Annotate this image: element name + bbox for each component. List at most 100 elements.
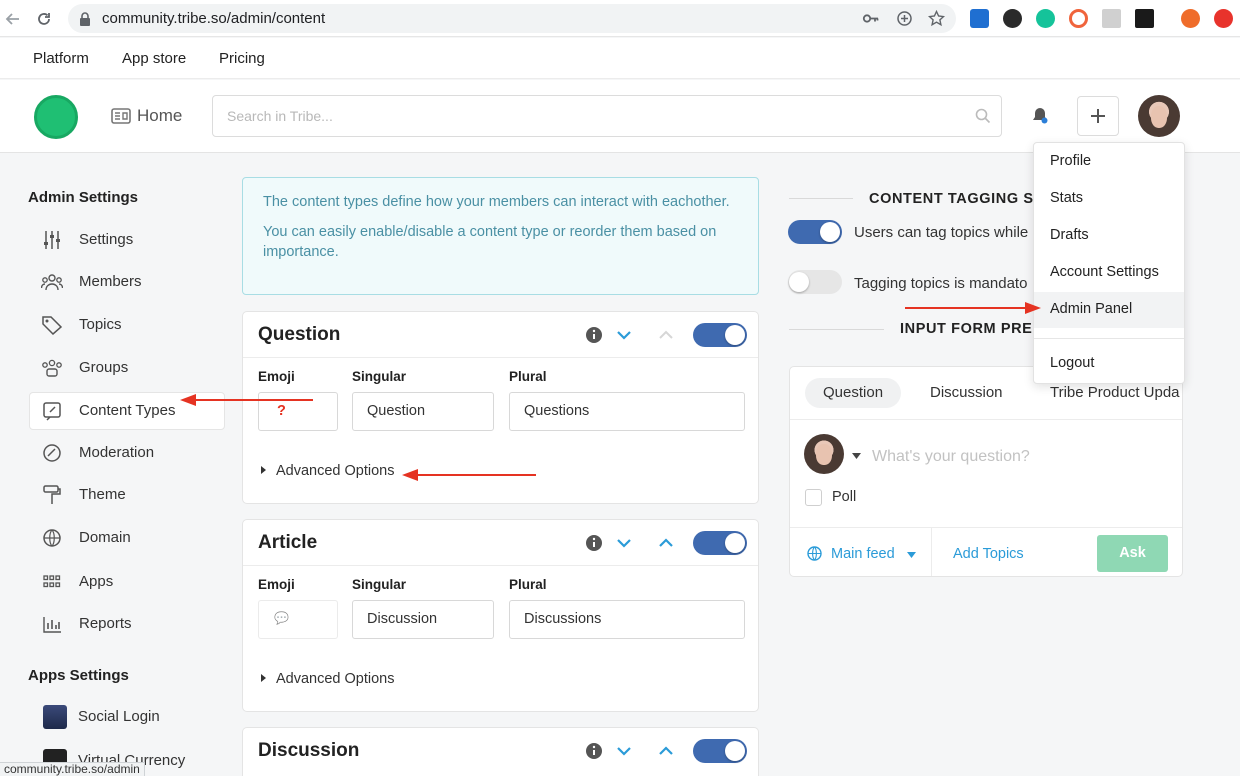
back-arrow-icon[interactable] [4,10,22,28]
tag-topics-toggle[interactable] [788,220,842,244]
sidebar-item-domain[interactable]: Domain [29,519,225,557]
chevron-down-icon[interactable] [615,534,633,552]
sidebar-item-reports[interactable]: Reports [29,605,225,643]
plural-label: Plural [509,577,547,592]
menu-item-drafts[interactable]: Drafts [1034,218,1184,254]
bookmark-star-icon[interactable] [928,10,945,27]
search-input[interactable] [212,95,1002,137]
composer-avatar [804,434,844,474]
ask-button[interactable]: Ask [1097,535,1168,572]
mandatory-tagging-toggle[interactable] [788,270,842,294]
info-icon[interactable] [585,534,603,552]
advanced-options-toggle[interactable]: Advanced Options [261,463,395,479]
menu-item-profile[interactable]: Profile [1034,144,1184,180]
info-icon[interactable] [585,326,603,344]
menu-item-stats[interactable]: Stats [1034,181,1184,217]
tab-question[interactable]: Question [805,378,902,408]
singular-field[interactable]: Question [352,392,494,431]
input-form-preview: Question Discussion Tribe Product Upda W… [789,366,1183,577]
nav-pricing[interactable]: Pricing [219,50,265,67]
extension-icon[interactable] [1135,9,1154,28]
chevron-up-icon[interactable] [657,534,675,552]
add-topics-button[interactable]: Add Topics [953,546,1024,562]
sidebar-item-label: Members [79,273,142,290]
extension-icon[interactable] [1102,9,1121,28]
reload-icon[interactable] [35,10,53,28]
mandatory-tagging-label: Tagging topics is mandato [854,275,1028,292]
chevron-up-icon[interactable] [657,742,675,760]
address-bar[interactable]: community.tribe.so/admin/content [68,4,956,33]
poll-checkbox[interactable] [805,489,822,506]
sidebar-item-moderation[interactable]: Moderation [29,434,225,472]
paint-roller-icon [43,485,61,504]
chevron-down-icon[interactable] [615,742,633,760]
extension-icon[interactable] [970,9,989,28]
tab-discussion[interactable]: Discussion [912,378,1021,408]
menu-item-account-settings[interactable]: Account Settings [1034,255,1184,291]
main-feed-dropdown[interactable]: Main feed [831,546,895,562]
menu-item-admin-panel[interactable]: Admin Panel [1034,292,1184,328]
create-button[interactable] [1077,96,1119,136]
search-icon[interactable] [975,108,991,124]
key-icon[interactable] [862,10,879,27]
bell-icon[interactable] [1030,106,1050,126]
zoom-plus-icon[interactable] [896,10,913,27]
emoji-label: Emoji [258,369,295,384]
tag-topics-label: Users can tag topics while [854,224,1029,241]
groups-icon [42,359,62,377]
extension-icon[interactable] [1214,9,1233,28]
caret-down-icon[interactable] [852,453,861,459]
home-icon [111,108,131,124]
menu-divider [1034,338,1184,339]
globe-icon [43,529,61,547]
plural-field[interactable]: Questions [509,392,745,431]
extension-icon[interactable] [1003,9,1022,28]
card-header: Discussion [243,728,758,774]
chevron-up-icon [659,330,673,339]
enable-toggle[interactable] [693,323,747,347]
sidebar-item-settings[interactable]: Settings [29,221,225,259]
enable-toggle[interactable] [693,739,747,763]
members-icon [41,274,63,291]
sidebar-item-apps[interactable]: Apps [29,563,225,601]
nav-app-store[interactable]: App store [122,50,186,67]
tab-divider [790,419,1182,420]
singular-field[interactable]: Discussion [352,600,494,639]
plural-field[interactable]: Discussions [509,600,745,639]
community-logo[interactable] [34,95,78,139]
advanced-options-label: Advanced Options [276,671,395,687]
emoji-field[interactable]: 💬 [258,600,338,639]
sidebar-item-label: Topics [79,316,122,333]
sidebar-item-label: Apps [79,573,114,590]
caret-right-icon [261,466,266,474]
sidebar-item-groups[interactable]: Groups [29,349,225,387]
annotation-arrow [402,469,536,481]
browser-toolbar: community.tribe.so/admin/content [0,0,1240,37]
profile-extension-icon[interactable] [1181,9,1200,28]
footer-divider [931,528,932,576]
sidebar-item-social-login[interactable]: Social Login [29,698,225,736]
user-avatar[interactable] [1138,95,1180,137]
question-placeholder[interactable]: What's your question? [872,448,1030,466]
sidebar-item-members[interactable]: Members [29,263,225,301]
annotation-arrow [905,302,1041,314]
advanced-options-toggle[interactable]: Advanced Options [261,671,395,687]
plus-icon [1091,109,1105,123]
info-icon[interactable] [585,742,603,760]
sidebar-item-topics[interactable]: Topics [29,306,225,344]
sidebar-item-label: Domain [79,529,131,546]
chevron-down-icon[interactable] [615,326,633,344]
home-link[interactable]: Home [137,106,182,126]
extension-icon[interactable] [1069,9,1088,28]
sidebar-item-label: Settings [79,231,134,248]
apps-settings-heading: Apps Settings [28,667,129,684]
grammarly-icon[interactable] [1036,9,1055,28]
sidebar-item-theme[interactable]: Theme [29,476,225,514]
url-text: community.tribe.so/admin/content [102,10,326,27]
info-text: You can easily enable/disable a content … [263,224,717,260]
enable-toggle[interactable] [693,531,747,555]
nav-platform[interactable]: Platform [33,50,89,67]
menu-item-logout[interactable]: Logout [1034,346,1184,382]
content-tagging-title: CONTENT TAGGING S [869,191,1034,207]
sidebar-item-label: Content Types [79,402,176,419]
